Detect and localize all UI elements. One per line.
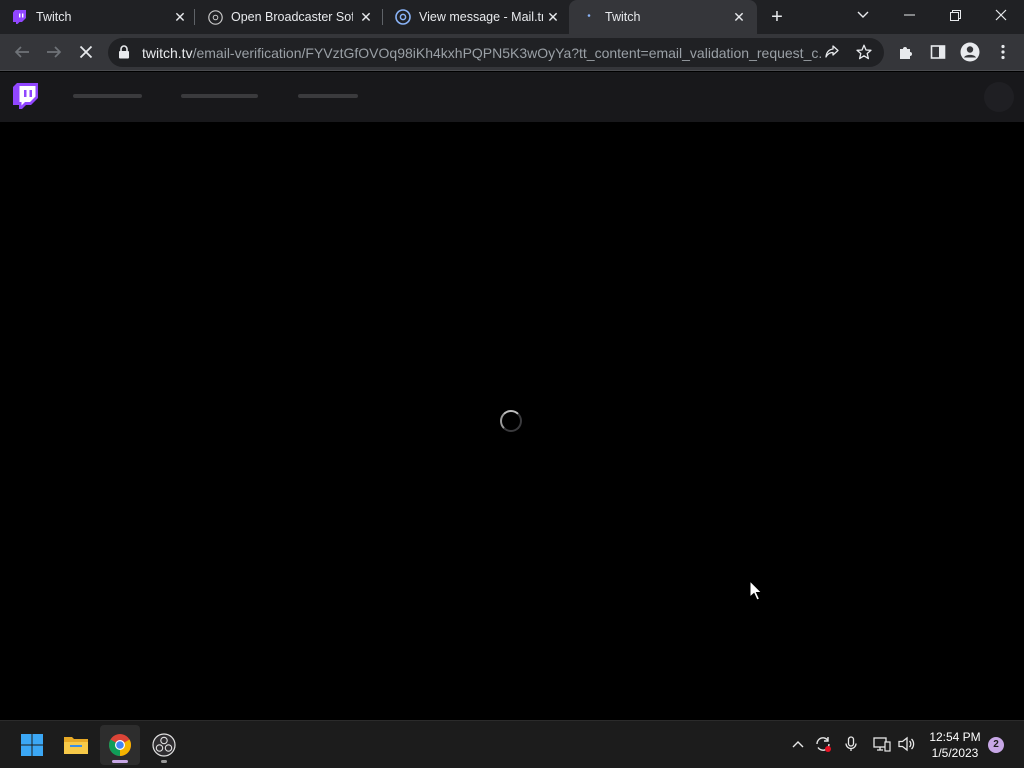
tab-title: Open Broadcaster Softw [231,10,353,24]
loading-dot-icon [581,9,597,25]
clock-time: 12:54 PM [929,730,981,744]
tab-search-chevron-icon[interactable] [840,0,886,30]
url-host: twitch.tv [142,45,193,61]
windows-start-icon[interactable] [12,725,52,765]
bookmark-star-icon[interactable] [856,44,872,65]
nav-link-placeholder [73,94,142,98]
restore-icon[interactable] [932,0,978,30]
twitch-icon [12,9,28,25]
url-text[interactable]: twitch.tv/email-verification/FYVztGfOVOq… [142,45,822,61]
volume-icon[interactable] [896,733,918,755]
nav-link-placeholder [181,94,258,98]
tab-title: Twitch [605,10,641,24]
close-tab-icon[interactable]: ✕ [172,9,188,25]
windows-taskbar: 12:54 PM 1/5/2023 2 [0,720,1024,768]
new-tab-plus-icon[interactable]: + [766,6,788,28]
tab-title: Twitch [36,10,72,24]
network-icon[interactable] [871,733,893,755]
url-path: /email-verification/FYVztGfOVOq98iKh4kxh… [192,45,822,61]
share-icon[interactable] [824,44,840,65]
back-arrow-icon[interactable] [10,40,34,64]
file-explorer-icon[interactable] [56,725,96,765]
tab-mail[interactable]: View message - Mail.tm ✕ [383,0,569,34]
obs-icon [207,9,223,25]
user-avatar-placeholder [984,82,1014,112]
browser-toolbar: twitch.tv/email-verification/FYVztGfOVOq… [0,34,1024,71]
tab-twitch-1[interactable]: Twitch ✕ [0,0,192,34]
close-window-icon[interactable] [978,0,1024,30]
minimize-icon[interactable] [886,0,932,30]
tab-twitch-active[interactable]: Twitch ✕ [569,0,757,34]
tab-title: View message - Mail.tm [419,10,543,24]
at-sign-icon [395,9,411,25]
nav-link-placeholder [298,94,358,98]
screen: Twitch ✕ Open Broadcaster Softw ✕ View m… [0,0,1024,768]
tab-strip: Twitch ✕ Open Broadcaster Softw ✕ View m… [0,0,1024,34]
notification-badge[interactable]: 2 [988,737,1004,753]
side-panel-icon[interactable] [926,40,950,64]
show-hidden-icons-chevron-icon[interactable] [787,733,809,755]
tab-obs[interactable]: Open Broadcaster Softw ✕ [195,0,381,34]
taskbar-clock[interactable]: 12:54 PM 1/5/2023 [922,729,988,761]
page-content [0,122,1024,720]
microphone-icon[interactable] [840,733,862,755]
twitch-logo-icon[interactable] [13,83,39,111]
active-app-indicator [112,760,128,763]
browser-menu-kebab-icon[interactable] [991,40,1015,64]
stop-loading-icon[interactable] [74,40,98,64]
close-tab-icon[interactable]: ✕ [731,9,747,25]
sync-icon[interactable] [812,733,834,755]
chrome-taskbar-icon[interactable] [100,725,140,765]
forward-arrow-icon[interactable] [42,40,66,64]
loading-spinner-icon [500,410,522,432]
obs-taskbar-icon[interactable] [144,725,184,765]
twitch-top-nav [0,72,1024,122]
close-tab-icon[interactable]: ✕ [358,9,374,25]
close-tab-icon[interactable]: ✕ [545,9,561,25]
running-app-indicator [161,760,167,763]
mouse-cursor-icon [749,579,763,607]
address-bar[interactable]: twitch.tv/email-verification/FYVztGfOVOq… [108,38,884,67]
lock-icon[interactable] [118,45,130,64]
extensions-puzzle-icon[interactable] [894,40,918,64]
profile-avatar-icon[interactable] [958,40,982,64]
clock-date: 1/5/2023 [931,746,979,760]
